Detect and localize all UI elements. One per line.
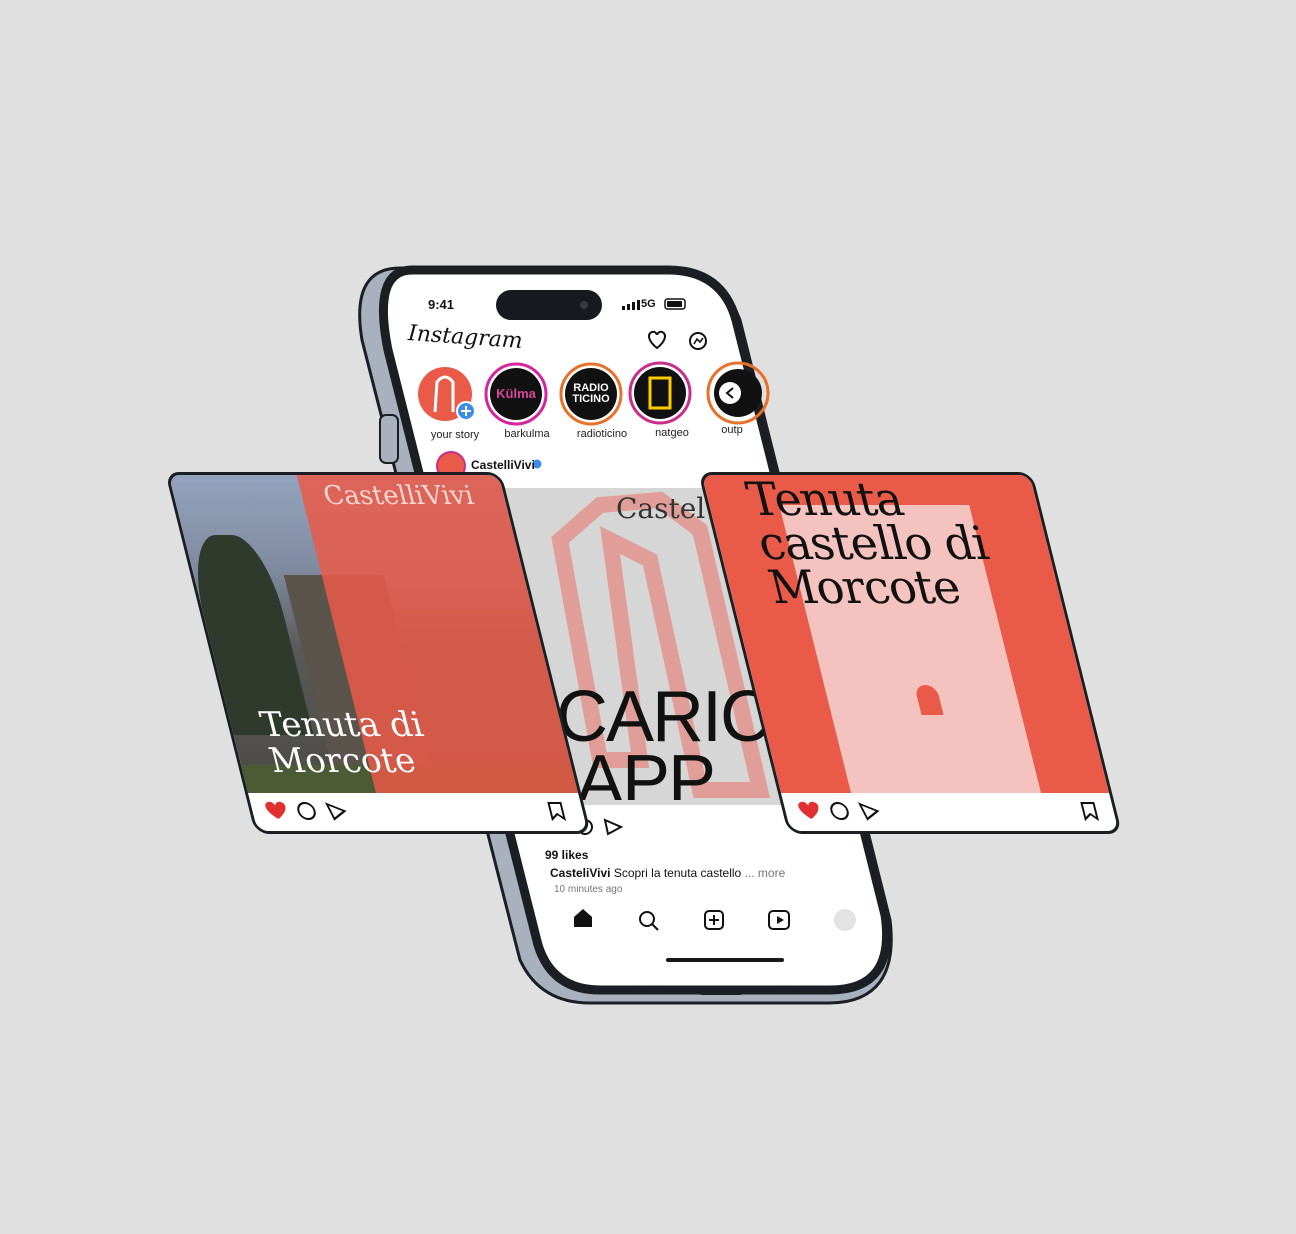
post-caption: CasteliVivi Scopri la tenuta castello ..… <box>550 866 786 880</box>
phone-mockup <box>358 265 893 1005</box>
story-label: your story <box>430 429 480 441</box>
card-title: Tenuta di Morcote <box>256 705 428 781</box>
post-likes: 99 likes <box>545 848 589 862</box>
like-heart-icon[interactable] <box>795 801 824 823</box>
story-label: outp <box>721 424 743 436</box>
new-post-icon[interactable] <box>701 906 727 932</box>
story-label: barkulma <box>504 428 550 440</box>
reels-icon[interactable] <box>766 906 792 932</box>
story-label: radioticino <box>576 428 628 440</box>
search-icon[interactable] <box>636 906 662 932</box>
messenger-icon[interactable] <box>688 331 710 353</box>
center-big-2: APP <box>576 741 715 800</box>
like-heart-icon[interactable] <box>262 801 291 823</box>
card-brand: CastelliVivi <box>320 481 477 511</box>
story-label: natgeo <box>655 427 689 439</box>
card-title: Tenuta castello di Morcote <box>741 472 993 614</box>
radioticino-logo: RADIO TICINO <box>572 382 610 405</box>
post-username[interactable]: CastelliVivi <box>471 458 535 472</box>
post-time: 10 minutes ago <box>554 884 623 895</box>
center-brand: Castel <box>616 492 706 525</box>
story-your-story[interactable] <box>418 367 474 423</box>
status-time: 9:41 <box>428 297 455 312</box>
status-network: 5G <box>641 298 656 310</box>
profile-icon[interactable] <box>832 906 858 932</box>
barkulma-logo: Külma <box>496 386 536 401</box>
heart-icon[interactable] <box>645 330 669 352</box>
home-icon[interactable] <box>570 905 596 931</box>
more-link[interactable]: ... more <box>745 866 786 880</box>
